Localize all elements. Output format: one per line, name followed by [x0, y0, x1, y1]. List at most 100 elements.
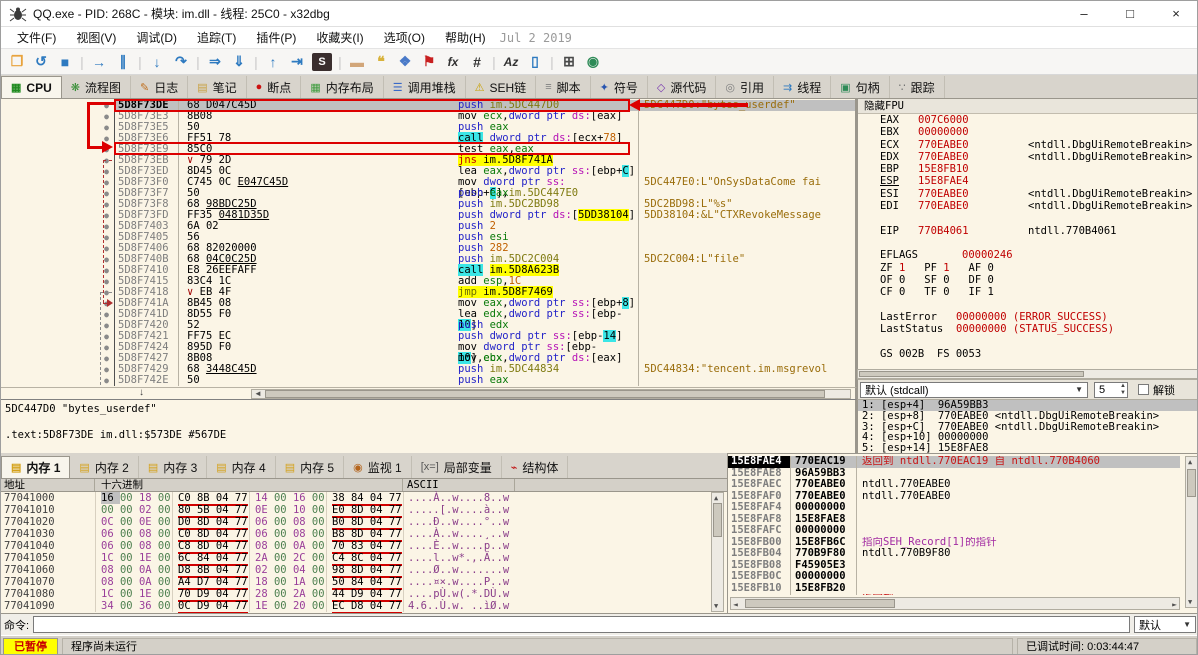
separator[interactable]: |: [135, 51, 145, 73]
command-profile-select[interactable]: 默认 ▼: [1134, 616, 1196, 633]
bottom-tab[interactable]: ▤ 内存 4: [207, 456, 276, 478]
scroll-down-icon[interactable]: ▼: [714, 602, 718, 610]
separator[interactable]: |: [193, 51, 203, 73]
breakpoint-dot[interactable]: [99, 166, 115, 177]
register-line[interactable]: ESI 770EABE0 <ntdll.DbgUiRemoteBreakin>: [858, 188, 1197, 200]
dump-row[interactable]: 77041090 34 00 36 00 0C D9 04 77 1E 00 2…: [1, 600, 727, 613]
register-line[interactable]: [858, 237, 1197, 249]
breakpoint-dot[interactable]: [99, 243, 115, 254]
disassembly-pane[interactable]: 5D8F73DE 68 D047C45D push im.5DC447D0 5D…: [1, 99, 857, 387]
registers-scrollbar[interactable]: [857, 369, 1197, 379]
view-tab[interactable]: ☰ 调用堆栈: [384, 76, 466, 98]
separator[interactable]: |: [335, 51, 345, 73]
separator[interactable]: |: [547, 51, 557, 73]
breakpoint-dot[interactable]: [99, 210, 115, 221]
dump-scrollbar[interactable]: ▲ ▼: [711, 492, 724, 612]
breakpoint-dot[interactable]: [99, 199, 115, 210]
breakpoint-dot[interactable]: [99, 254, 115, 265]
menu-item[interactable]: 收藏夹(I): [306, 27, 373, 48]
scroll-down-icon[interactable]: ▼: [1188, 598, 1192, 606]
menu-item[interactable]: 选项(O): [374, 27, 435, 48]
breakpoint-dot[interactable]: [99, 100, 115, 111]
menu-item[interactable]: 视图(V): [66, 27, 126, 48]
breakpoint-dot[interactable]: [99, 122, 115, 133]
stack-vscrollbar[interactable]: ▲ ▼: [1185, 456, 1197, 608]
breakpoint-dot[interactable]: [99, 188, 115, 199]
scroll-up-icon[interactable]: ▲: [1188, 458, 1192, 466]
register-line[interactable]: EBP 15E8FB10: [858, 163, 1197, 175]
labels-icon[interactable]: ❖: [393, 51, 417, 73]
breakpoint-dot[interactable]: [99, 276, 115, 287]
scroll-thumb[interactable]: [265, 390, 825, 398]
breakpoint-dot[interactable]: [99, 320, 115, 331]
breakpoint-dot[interactable]: [99, 364, 115, 375]
view-tab[interactable]: ∵ 跟踪: [890, 76, 945, 98]
scroll-left-icon[interactable]: ◄: [252, 390, 264, 398]
unlock-checkbox[interactable]: [1138, 384, 1149, 395]
register-line[interactable]: OF 0 SF 0 DF 0: [858, 274, 1197, 286]
strings-icon[interactable]: Az: [499, 51, 523, 73]
dump-row[interactable]: 77041080 1C 00 1E 00 70 D9 04 77 28 00 2…: [1, 588, 727, 602]
bottom-tab[interactable]: ▤ 内存 3: [139, 456, 208, 478]
bookmarks-icon[interactable]: ⚑: [417, 51, 441, 73]
register-line[interactable]: LastError 00000000 (ERROR_SUCCESS): [858, 311, 1197, 323]
trace-into-icon[interactable]: ⇓: [227, 51, 251, 73]
register-line[interactable]: ESP 15E8FAE4: [858, 175, 1197, 187]
menu-item[interactable]: 插件(P): [246, 27, 306, 48]
scroll-thumb[interactable]: [713, 503, 722, 537]
scroll-left-icon[interactable]: ◄: [733, 600, 738, 609]
stack-hscrollbar[interactable]: ◄ ►: [730, 597, 1180, 610]
view-tab[interactable]: ≡ 脚本: [536, 76, 591, 98]
stack-row[interactable]: 15E8FAFC 00000000: [728, 524, 1180, 537]
stack-pane[interactable]: 15E8FAE4 770EAC19 返回到 ntdll.770EAC19 自 n…: [728, 453, 1197, 613]
calculator-icon[interactable]: ⊞: [557, 51, 581, 73]
dump-row[interactable]: 77041060 08 00 0A 00 D8 8B 04 77 02 00 0…: [1, 564, 727, 578]
dump-row[interactable]: 77041000 16 00 18 00 C0 8B 04 77 14 00 1…: [1, 492, 727, 506]
scroll-thumb[interactable]: [1187, 469, 1196, 497]
register-line[interactable]: LastStatus 00000000 (STATUS_SUCCESS): [858, 323, 1197, 335]
breakpoint-dot[interactable]: [99, 309, 115, 320]
breakpoint-dot[interactable]: [99, 265, 115, 276]
close-button[interactable]: ×: [1153, 1, 1197, 26]
menu-item[interactable]: 帮助(H): [435, 27, 496, 48]
register-line[interactable]: EFLAGS 00000246: [858, 249, 1197, 261]
modules-icon[interactable]: ▯: [523, 51, 547, 73]
spinner-arrows-icon[interactable]: ▲ ▼: [1120, 383, 1126, 397]
register-line[interactable]: GS 002B FS 0053: [858, 348, 1197, 360]
comments-icon[interactable]: ❝: [369, 51, 393, 73]
stack-row[interactable]: 15E8FB0C 00000000: [728, 570, 1180, 583]
hide-fpu-button[interactable]: 隐藏FPU: [858, 99, 1197, 114]
register-line[interactable]: [858, 212, 1197, 224]
view-tab[interactable]: ▣ 句柄: [831, 76, 890, 98]
stack-row[interactable]: 15E8FB04 770B9F80 ntdll.770B9F80: [728, 547, 1180, 560]
view-tab[interactable]: ✦ 符号: [591, 76, 648, 98]
hash-icon[interactable]: #: [465, 51, 489, 73]
view-tab[interactable]: ⚠ SEH链: [466, 76, 537, 98]
memory-dump-pane[interactable]: 地址 十六进制 ASCII 77041000 16 00 18 00 C0 8B…: [1, 479, 728, 613]
scylla-icon[interactable]: S: [312, 52, 332, 71]
run-icon[interactable]: →: [87, 51, 111, 73]
separator[interactable]: |: [77, 51, 87, 73]
arg-count-spinner[interactable]: 5 ▲ ▼: [1094, 381, 1128, 398]
register-line[interactable]: EDI 770EABE0 <ntdll.DbgUiRemoteBreakin>: [858, 200, 1197, 212]
breakpoint-dot[interactable]: [99, 298, 115, 309]
patches-icon[interactable]: ▬: [345, 51, 369, 73]
breakpoint-dot[interactable]: [99, 144, 115, 155]
bottom-tab[interactable]: ▤ 内存 1: [1, 456, 71, 478]
breakpoint-dot[interactable]: [99, 375, 115, 386]
scroll-thumb[interactable]: [745, 599, 895, 608]
view-tab[interactable]: ❋ 流程图: [62, 76, 131, 98]
menu-item[interactable]: 追踪(T): [187, 27, 246, 48]
breakpoint-dot[interactable]: [99, 287, 115, 298]
register-line[interactable]: ZF 1 PF 1 AF 0: [858, 262, 1197, 274]
view-tab[interactable]: ▤ 笔记: [188, 76, 247, 98]
view-tab[interactable]: ⇉ 线程: [774, 76, 832, 98]
breakpoint-dot[interactable]: [99, 232, 115, 243]
scroll-thumb[interactable]: [859, 371, 1084, 377]
step-into-icon[interactable]: ↓: [145, 51, 169, 73]
register-line[interactable]: EDX 770EABE0 <ntdll.DbgUiRemoteBreakin>: [858, 151, 1197, 163]
stack-row[interactable]: 返回到: [728, 594, 1180, 595]
separator[interactable]: |: [251, 51, 261, 73]
bottom-tab[interactable]: ◉ 监视 1: [344, 456, 412, 478]
view-tab[interactable]: ▦ 内存布局: [301, 76, 384, 98]
